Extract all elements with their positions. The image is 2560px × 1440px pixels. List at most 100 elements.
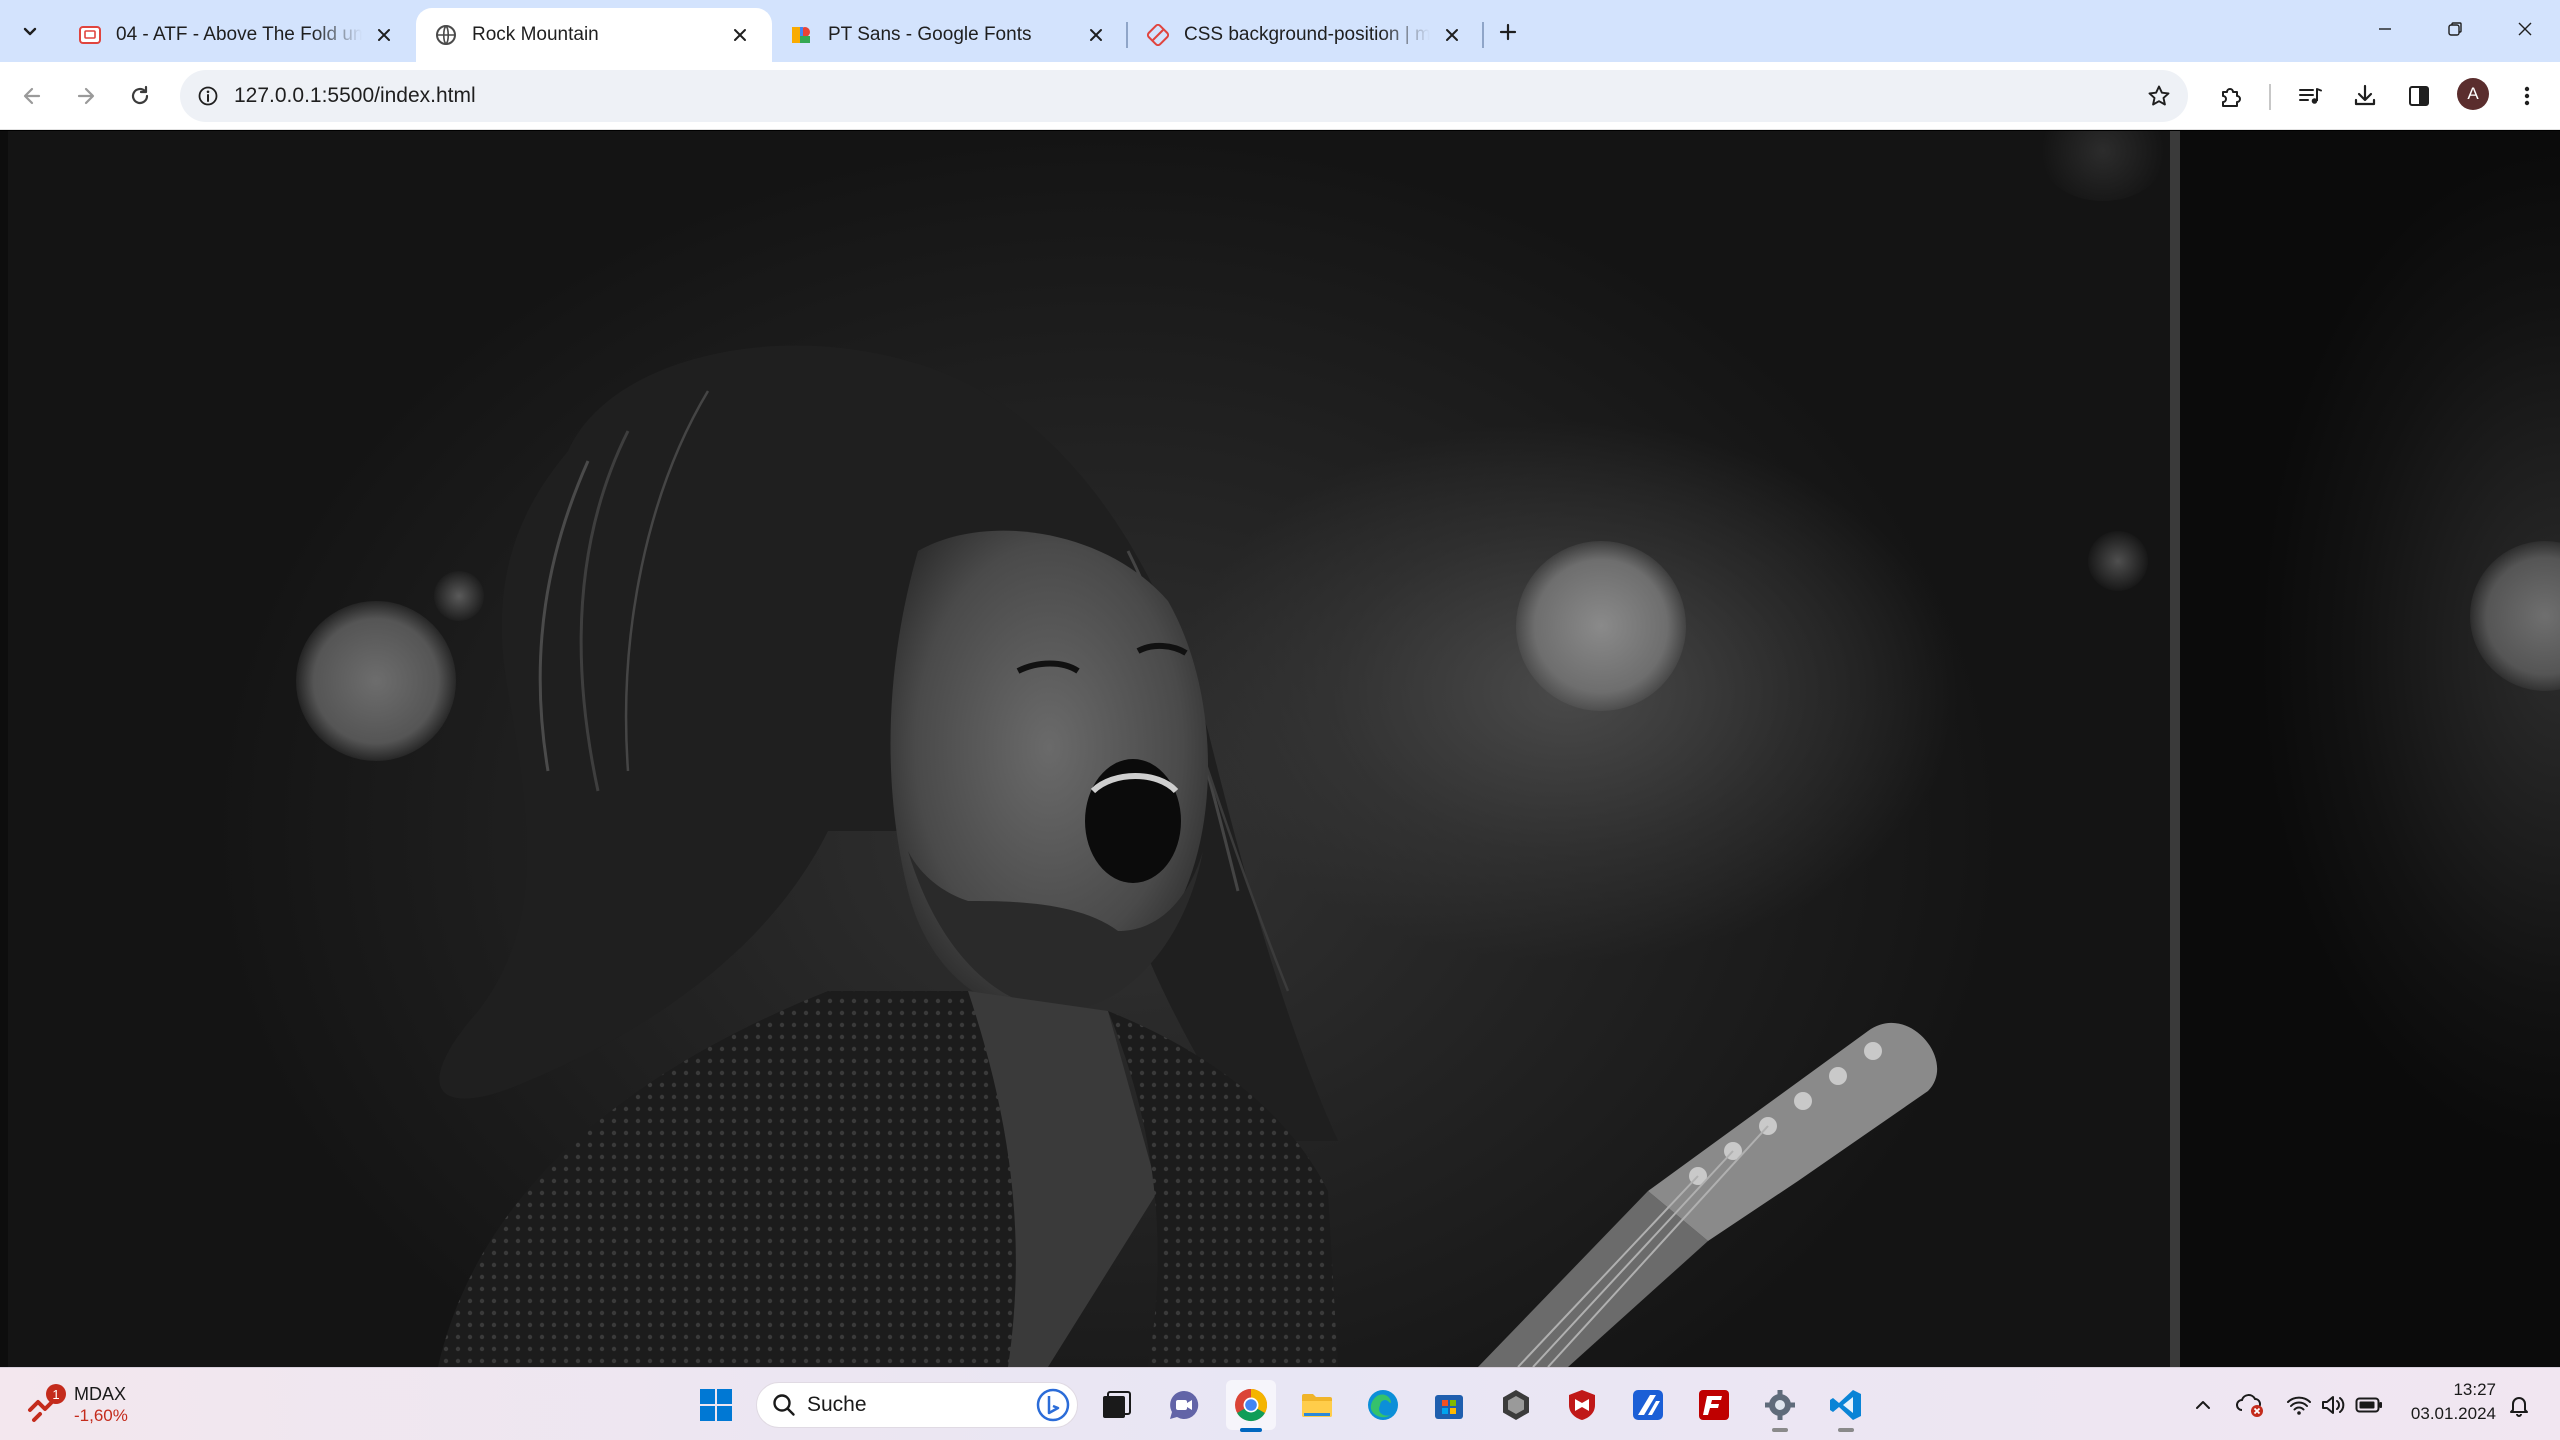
- volume-status[interactable]: [2316, 1382, 2350, 1428]
- vscode-icon: [1830, 1390, 1861, 1420]
- taskbar-file-explorer[interactable]: [1292, 1380, 1342, 1430]
- reload-icon: [131, 85, 149, 105]
- tab-title: CSS background-position | mdn: [1184, 24, 1430, 45]
- taskbar-search[interactable]: Suche: [756, 1382, 1078, 1428]
- taskbar-store[interactable]: [1424, 1380, 1474, 1430]
- folder-icon: [1302, 1394, 1332, 1417]
- close-icon[interactable]: [370, 21, 398, 49]
- page-viewport: [0, 131, 2560, 1367]
- taskbar-edge[interactable]: [1358, 1380, 1408, 1430]
- taskbar-filezilla[interactable]: [1689, 1380, 1739, 1430]
- puzzle-icon: [2222, 88, 2241, 107]
- search-label: Suche: [807, 1393, 867, 1416]
- mdn-icon: [1146, 23, 1170, 47]
- mcafee-shield-icon: [1569, 1390, 1595, 1420]
- search-icon: [773, 1394, 795, 1416]
- system-clock[interactable]: 13:27 03.01.2024: [2390, 1378, 2496, 1426]
- windows-taskbar: 1 MDAX -1,60% Suche 13:27 03.01.2024: [0, 1367, 2560, 1440]
- show-hidden-icons-button[interactable]: [2188, 1382, 2218, 1428]
- gear-icon: [1765, 1390, 1795, 1420]
- unity-icon: [1503, 1390, 1529, 1420]
- globe-icon: [434, 23, 458, 47]
- edge-icon: [1368, 1390, 1398, 1420]
- tab-pt-sans[interactable]: PT Sans - Google Fonts: [772, 8, 1128, 62]
- notifications-button[interactable]: [2502, 1382, 2536, 1428]
- site-info-icon[interactable]: [182, 70, 234, 122]
- widget-title: MDAX: [74, 1384, 127, 1404]
- browser-toolbar: 127.0.0.1:5500/index.html: [0, 62, 2560, 130]
- chevron-up-icon: [2196, 1401, 2210, 1409]
- clock-time: 13:27: [2453, 1380, 2496, 1399]
- side-panel-icon: [2409, 86, 2429, 106]
- restore-icon: [2448, 22, 2462, 36]
- close-icon[interactable]: [1082, 21, 1110, 49]
- tab-list: 04 - ATF - Above The Fold umsetzen Rock …: [60, 8, 1484, 62]
- forward-button[interactable]: [66, 76, 106, 116]
- window-controls: [2350, 0, 2560, 58]
- taskbar-affinity[interactable]: [1623, 1380, 1673, 1430]
- wifi-status[interactable]: [2282, 1382, 2316, 1428]
- start-button[interactable]: [691, 1380, 741, 1430]
- running-indicator: [1838, 1428, 1854, 1432]
- downloads-button[interactable]: [2345, 76, 2385, 116]
- wifi-icon: [2287, 1396, 2311, 1415]
- image-divider: [2170, 131, 2180, 1367]
- onedrive-status[interactable]: [2232, 1382, 2268, 1428]
- tab-title: 04 - ATF - Above The Fold umsetzen: [116, 24, 362, 45]
- notification-badge: 1: [46, 1384, 66, 1404]
- music-queue-icon: [2299, 88, 2322, 104]
- tab-mdn[interactable]: CSS background-position | mdn: [1128, 8, 1484, 62]
- profile-avatar[interactable]: A: [2457, 78, 2489, 110]
- close-icon: [2518, 22, 2532, 36]
- taskbar-teams[interactable]: [1159, 1380, 1209, 1430]
- windows-icon: [700, 1389, 732, 1421]
- side-panel-button[interactable]: [2399, 76, 2439, 116]
- stock-chart-icon: 1: [26, 1384, 68, 1426]
- arrow-right-icon: [77, 87, 95, 105]
- address-bar[interactable]: 127.0.0.1:5500/index.html: [180, 70, 2188, 122]
- battery-status[interactable]: [2352, 1382, 2386, 1428]
- bing-icon: [1036, 1388, 1070, 1422]
- tab-atf[interactable]: 04 - ATF - Above The Fold umsetzen: [60, 8, 416, 62]
- close-window-button[interactable]: [2490, 0, 2560, 58]
- running-indicator: [1772, 1428, 1788, 1432]
- taskbar-unity[interactable]: [1491, 1380, 1541, 1430]
- minimize-button[interactable]: [2350, 0, 2420, 58]
- taskbar-vscode[interactable]: [1821, 1380, 1871, 1432]
- back-button[interactable]: [12, 76, 52, 116]
- stock-widget[interactable]: 1 MDAX -1,60%: [26, 1378, 128, 1432]
- close-icon[interactable]: [1438, 21, 1466, 49]
- widget-value: -1,60%: [74, 1406, 128, 1425]
- chrome-icon: [1235, 1389, 1268, 1422]
- arrow-left-icon: [23, 87, 41, 105]
- google-fonts-icon: [790, 23, 814, 47]
- filezilla-icon: [1699, 1390, 1729, 1420]
- speaker-icon: [2322, 1396, 2345, 1414]
- taskbar-chrome[interactable]: [1226, 1380, 1276, 1432]
- reload-button[interactable]: [120, 76, 160, 116]
- running-indicator: [1240, 1428, 1262, 1432]
- url-text[interactable]: 127.0.0.1:5500/index.html: [234, 84, 2136, 108]
- tab-rock-mountain[interactable]: Rock Mountain: [416, 8, 772, 62]
- extensions-button[interactable]: [2211, 76, 2251, 116]
- restore-button[interactable]: [2420, 0, 2490, 58]
- task-view-button[interactable]: [1091, 1380, 1141, 1430]
- new-tab-button[interactable]: [1490, 14, 1526, 50]
- tab-separator: [1482, 22, 1484, 48]
- battery-icon: [2355, 1397, 2382, 1413]
- tab-title: Rock Mountain: [472, 24, 599, 45]
- media-control-button[interactable]: [2290, 76, 2330, 116]
- more-vert-icon: [2524, 86, 2530, 106]
- store-icon: [1435, 1395, 1463, 1419]
- task-view-icon: [1103, 1391, 1131, 1418]
- browser-menu-button[interactable]: [2507, 76, 2547, 116]
- bookmark-star-icon[interactable]: [2136, 73, 2182, 119]
- tab-search-button[interactable]: [12, 14, 48, 50]
- hero-image-repeat: [2180, 131, 2560, 1367]
- teams-chat-icon: [1170, 1390, 1199, 1419]
- download-icon: [2354, 84, 2376, 106]
- close-icon[interactable]: [726, 21, 754, 49]
- taskbar-settings[interactable]: [1755, 1380, 1805, 1432]
- taskbar-mcafee[interactable]: [1557, 1380, 1607, 1430]
- plus-icon: [1499, 23, 1517, 41]
